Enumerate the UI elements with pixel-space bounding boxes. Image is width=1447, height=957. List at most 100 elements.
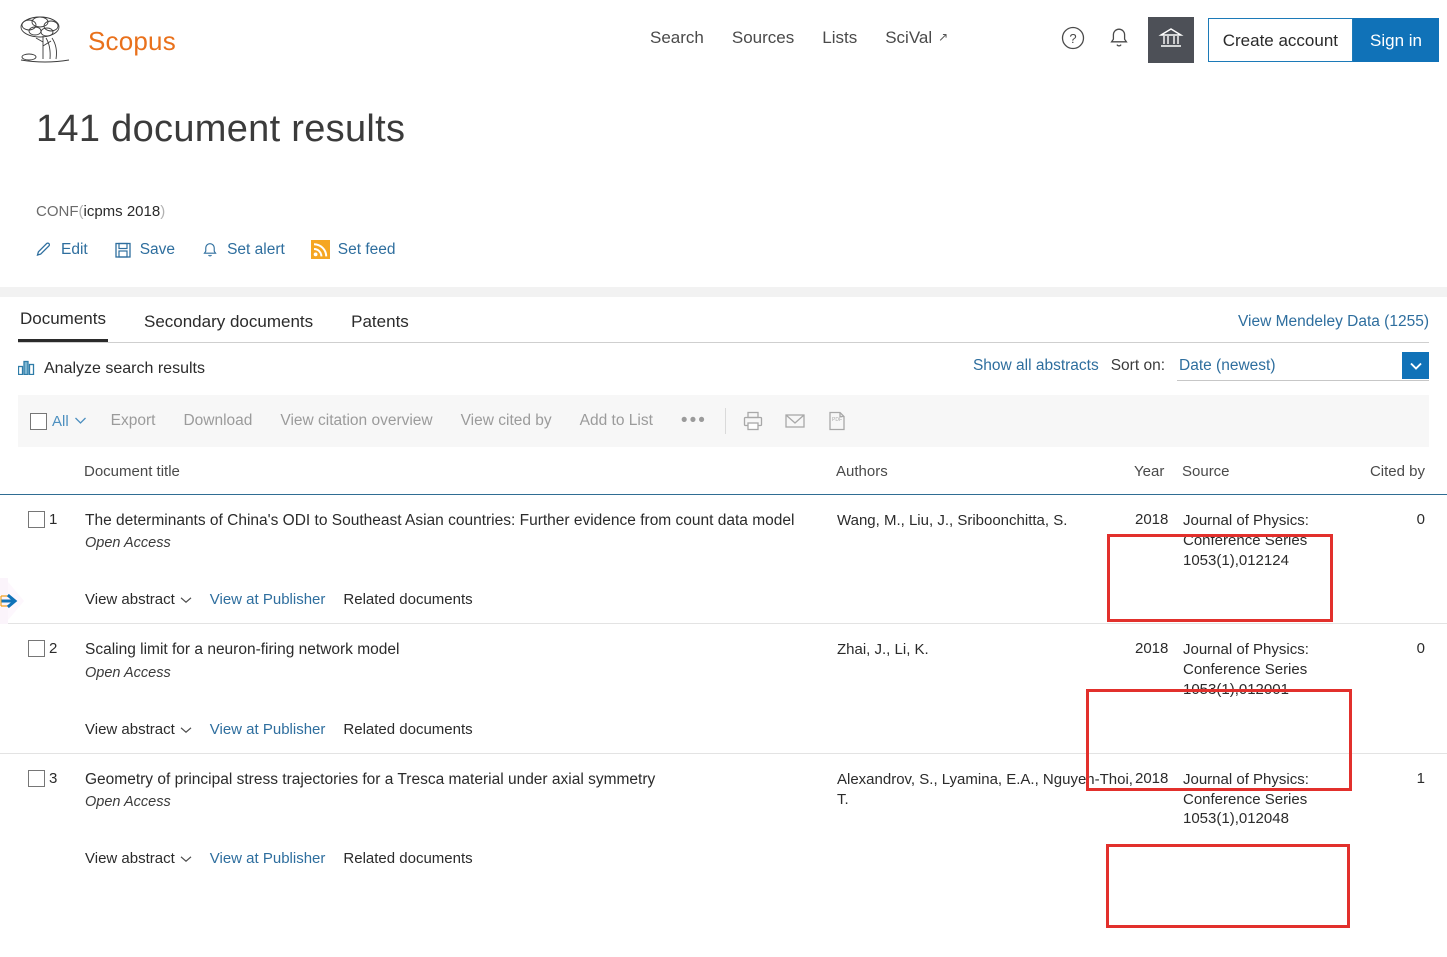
row-number: 2	[48, 624, 84, 753]
row-cited-by[interactable]: 0	[1362, 624, 1447, 753]
analyze-label: Analyze search results	[44, 360, 205, 378]
bar-chart-icon	[18, 359, 37, 380]
expand-filter-panel-toggle[interactable]	[0, 578, 26, 624]
row-cited-by[interactable]: 0	[1362, 495, 1447, 624]
print-icon[interactable]	[742, 410, 764, 432]
nav-item-scival[interactable]: SciVal ↗	[885, 28, 948, 48]
ellipsis-icon[interactable]: •••	[681, 410, 707, 432]
add-to-list-button[interactable]: Add to List	[580, 412, 653, 430]
select-all-label: All	[52, 413, 69, 430]
results-subtoolbar: Analyze search results Show all abstract…	[18, 343, 1429, 395]
brand[interactable]: Scopus	[16, 12, 176, 70]
select-all-checkbox[interactable]	[30, 413, 47, 430]
view-at-publisher-link[interactable]: View at Publisher	[210, 591, 326, 608]
view-abstract-button[interactable]: View abstract	[85, 721, 192, 738]
view-cited-by-button[interactable]: View cited by	[461, 412, 552, 430]
row-cited-by[interactable]: 1	[1362, 753, 1447, 882]
source-line-3: 1053(1),012124	[1183, 551, 1361, 571]
nav-item-sources[interactable]: Sources	[732, 28, 794, 48]
top-navigation-bar: Scopus Search Sources Lists SciVal ↗ ?	[0, 0, 1447, 82]
row-checkbox[interactable]	[28, 511, 45, 528]
row-year: 2018	[1134, 624, 1182, 753]
view-at-publisher-link[interactable]: View at Publisher	[210, 850, 326, 867]
row-checkbox[interactable]	[28, 770, 45, 787]
th-checkbox	[0, 447, 48, 495]
help-button[interactable]: ?	[1050, 14, 1096, 66]
export-button[interactable]: Export	[111, 412, 156, 430]
open-access-badge: Open Access	[85, 794, 835, 810]
tab-documents[interactable]: Documents	[18, 309, 108, 342]
institution-button[interactable]	[1148, 17, 1194, 63]
source-line-1: Journal of Physics:	[1183, 640, 1361, 660]
set-alert-button[interactable]: Set alert	[201, 241, 285, 259]
account-nav: ? Create account Sign in	[1050, 14, 1439, 66]
th-year[interactable]: Year	[1134, 447, 1182, 495]
query-actions: Edit Save Set alert	[34, 240, 1447, 259]
th-source[interactable]: Source	[1182, 447, 1362, 495]
notifications-button[interactable]	[1096, 14, 1142, 66]
view-abstract-button[interactable]: View abstract	[85, 850, 192, 867]
sign-in-button[interactable]: Sign in	[1353, 18, 1439, 62]
row-checkbox-cell	[0, 624, 48, 753]
pencil-icon	[34, 240, 53, 259]
sort-select[interactable]: Date (newest)	[1177, 351, 1429, 381]
row-authors[interactable]: Zhai, J., Li, K.	[836, 624, 1134, 753]
row-year: 2018	[1134, 495, 1182, 624]
row-title-cell: The determinants of China's ODI to South…	[84, 495, 836, 624]
nav-item-search[interactable]: Search	[650, 28, 704, 48]
nav-item-lists[interactable]: Lists	[822, 28, 857, 48]
chevron-down-icon[interactable]	[74, 412, 87, 430]
document-title-link[interactable]: Geometry of principal stress trajectorie…	[85, 770, 835, 789]
source-line-2: Conference Series	[1183, 790, 1361, 810]
row-authors[interactable]: Wang, M., Liu, J., Sriboonchitta, S.	[836, 495, 1134, 624]
th-authors[interactable]: Authors	[836, 447, 1134, 495]
create-account-button[interactable]: Create account	[1208, 18, 1353, 62]
th-cited-by[interactable]: Cited by	[1362, 447, 1447, 495]
analyze-search-results-button[interactable]: Analyze search results	[18, 359, 205, 380]
edit-query-label: Edit	[61, 241, 88, 259]
show-all-abstracts-link[interactable]: Show all abstracts	[973, 357, 1099, 375]
related-documents-link[interactable]: Related documents	[343, 721, 472, 738]
results-tabs: Documents Secondary documents Patents Vi…	[18, 297, 1429, 343]
main-nav: Search Sources Lists SciVal ↗	[650, 28, 948, 48]
search-query-display: CONF(icpms 2018)	[36, 203, 1447, 220]
section-divider	[0, 287, 1447, 297]
nav-item-scival-label: SciVal	[885, 28, 932, 47]
pdf-icon[interactable]: PDF	[826, 410, 848, 432]
row-source[interactable]: Journal of Physics: Conference Series 10…	[1182, 495, 1362, 624]
row-action-links: View abstract View at Publisher Related …	[85, 850, 835, 881]
document-title-link[interactable]: The determinants of China's ODI to South…	[85, 511, 835, 530]
view-mendeley-data-link[interactable]: View Mendeley Data (1255)	[1238, 313, 1429, 331]
view-abstract-button[interactable]: View abstract	[85, 591, 192, 608]
row-source[interactable]: Journal of Physics: Conference Series 10…	[1182, 624, 1362, 753]
related-documents-link[interactable]: Related documents	[343, 850, 472, 867]
row-checkbox-cell	[0, 753, 48, 882]
floppy-save-icon	[114, 241, 132, 259]
chevron-down-icon	[1402, 352, 1429, 379]
table-row: 3 Geometry of principal stress trajector…	[0, 753, 1447, 882]
set-feed-button[interactable]: Set feed	[311, 240, 396, 259]
row-authors[interactable]: Alexandrov, S., Lyamina, E.A., Nguyen-Th…	[836, 753, 1134, 882]
save-query-button[interactable]: Save	[114, 241, 175, 259]
query-close-paren: )	[160, 203, 165, 220]
document-title-link[interactable]: Scaling limit for a neuron-firing networ…	[85, 640, 835, 659]
set-feed-label: Set feed	[338, 241, 396, 259]
view-at-publisher-link[interactable]: View at Publisher	[210, 721, 326, 738]
query-field-label: CONF	[36, 203, 79, 220]
edit-query-button[interactable]: Edit	[34, 240, 88, 259]
download-button[interactable]: Download	[183, 412, 252, 430]
row-source[interactable]: Journal of Physics: Conference Series 10…	[1182, 753, 1362, 882]
select-all-control[interactable]: All	[30, 412, 87, 430]
open-access-badge: Open Access	[85, 665, 835, 681]
email-icon[interactable]	[784, 410, 806, 432]
source-line-3: 1053(1),012048	[1183, 809, 1361, 829]
row-checkbox[interactable]	[28, 640, 45, 657]
view-citation-overview-button[interactable]: View citation overview	[280, 412, 432, 430]
related-documents-link[interactable]: Related documents	[343, 591, 472, 608]
th-document-title[interactable]: Document title	[84, 447, 836, 495]
tab-secondary-documents[interactable]: Secondary documents	[142, 312, 315, 342]
source-line-1: Journal of Physics:	[1183, 511, 1361, 531]
brand-name: Scopus	[88, 26, 176, 57]
tab-patents[interactable]: Patents	[349, 312, 411, 342]
row-action-links: View abstract View at Publisher Related …	[85, 591, 835, 622]
